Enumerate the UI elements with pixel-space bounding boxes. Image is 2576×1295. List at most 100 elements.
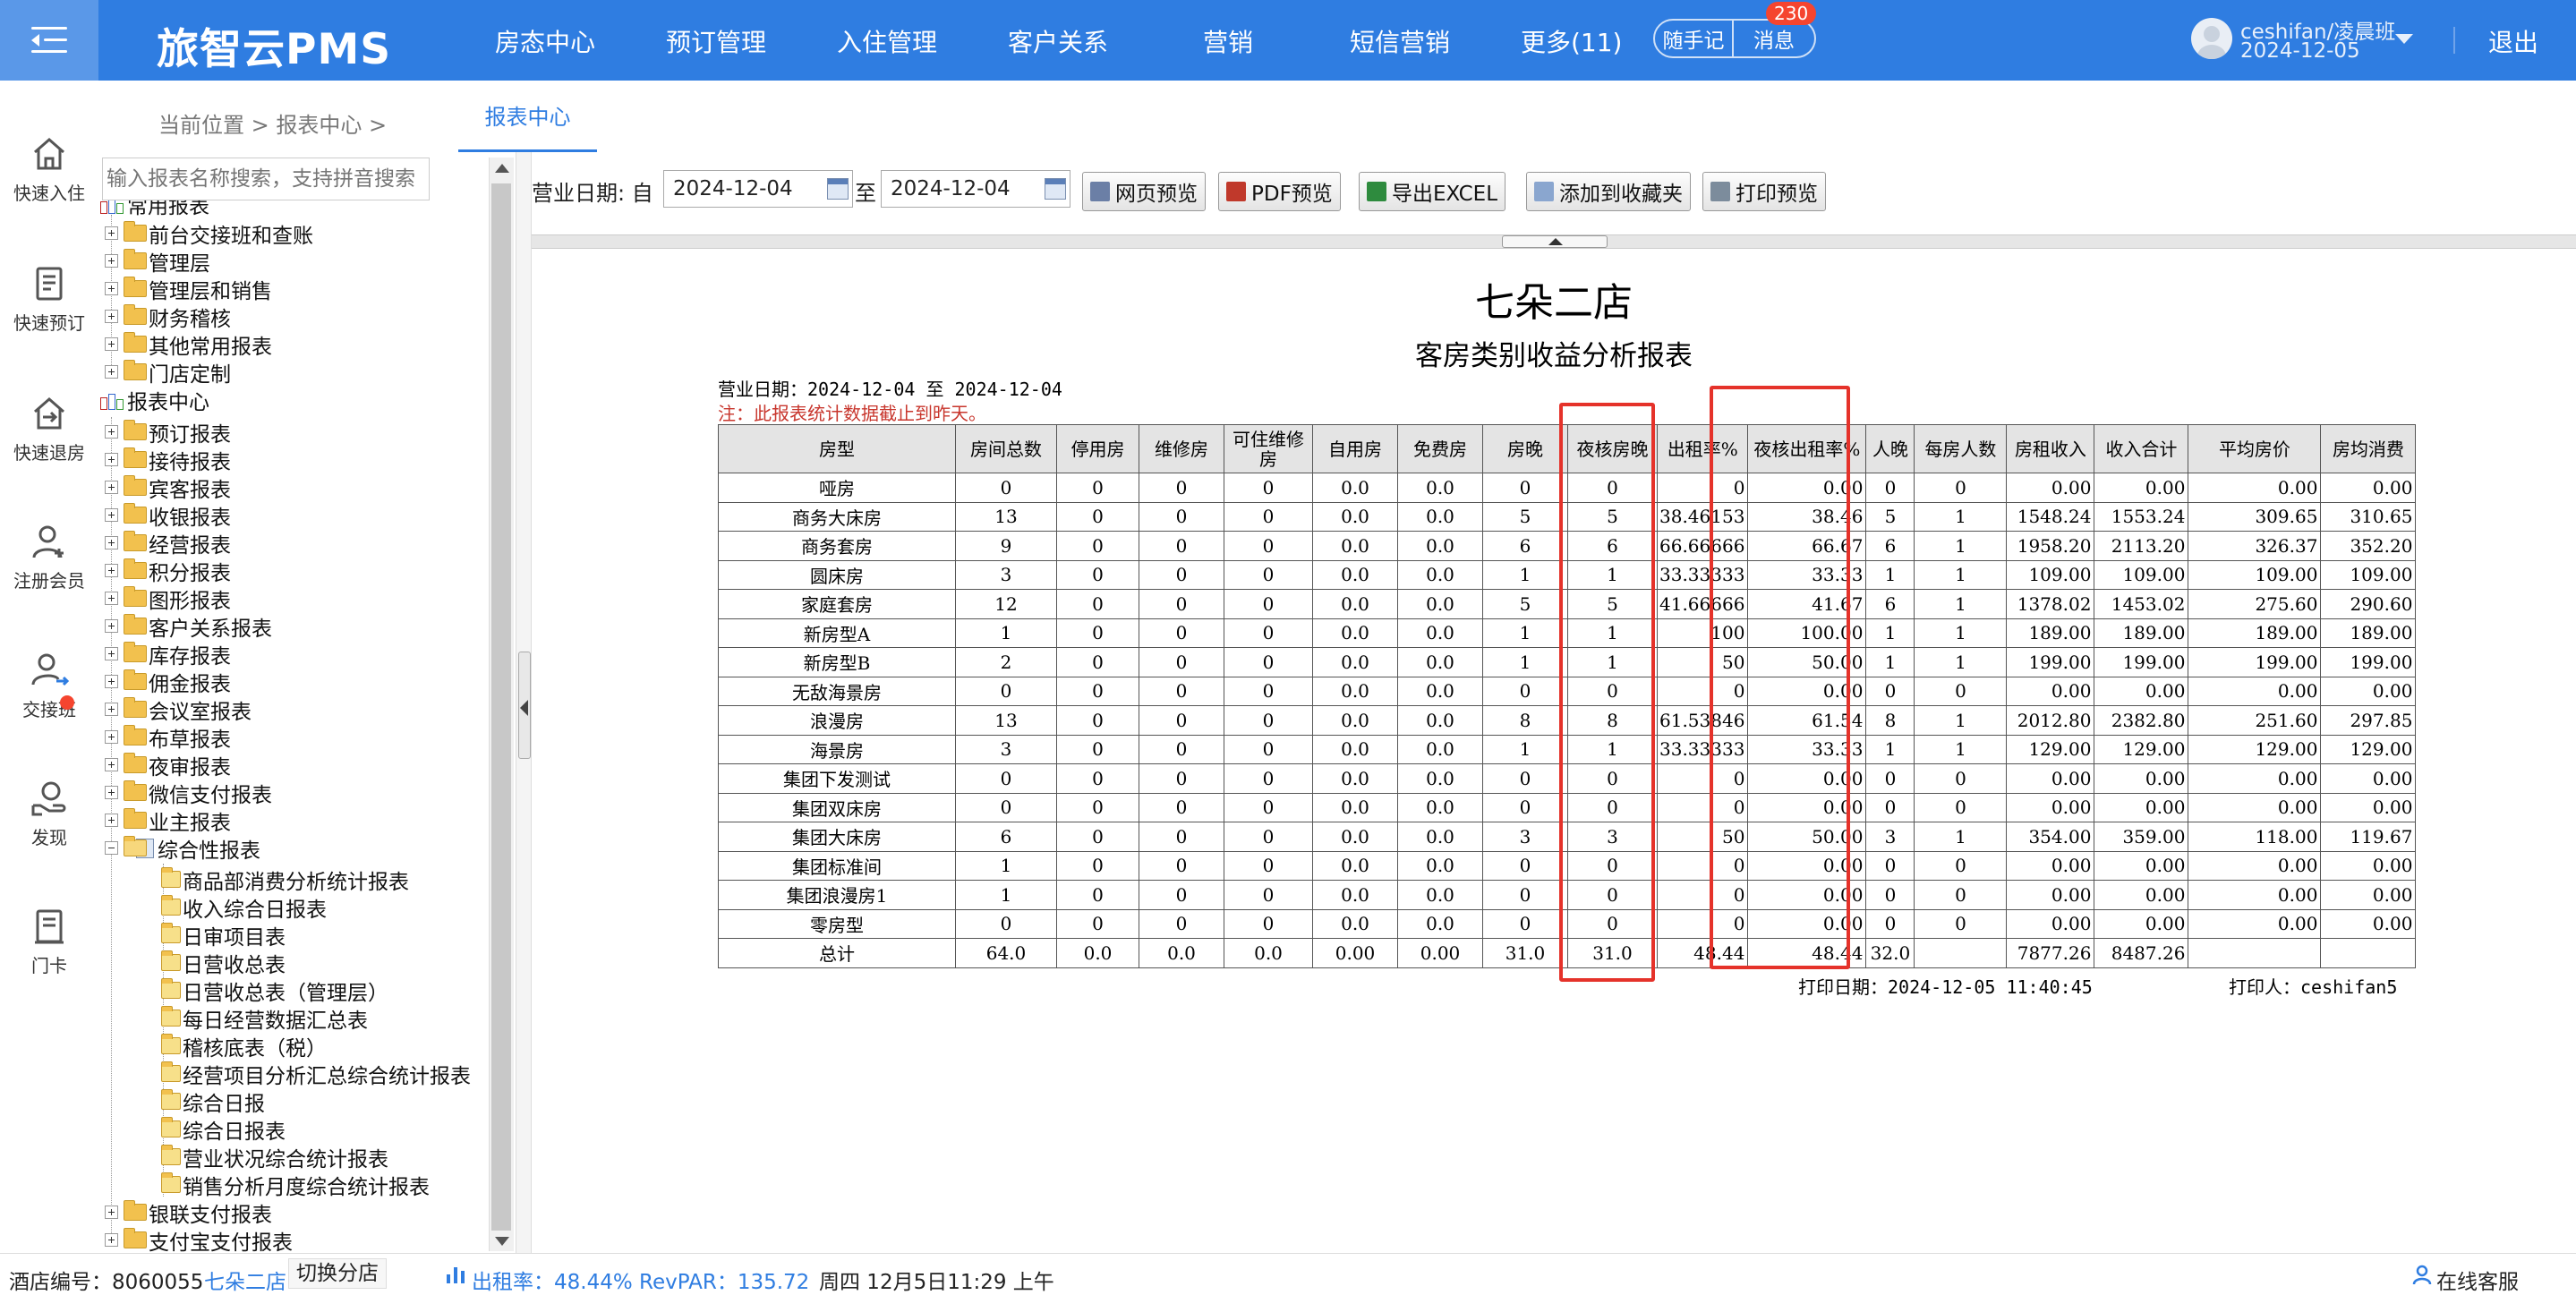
tree-folder[interactable]: 客户关系报表 [105, 612, 272, 641]
tree-folder[interactable]: 图形报表 [105, 584, 231, 613]
collapse-icon[interactable] [105, 841, 118, 855]
add-to-favorites-button[interactable]: 添加到收藏夹 [1526, 172, 1691, 211]
tree-report-item[interactable]: 商品部消费分析统计报表 [161, 865, 409, 894]
tree-folder[interactable]: 银联支付报表 [105, 1198, 272, 1227]
rail-shift-handover[interactable]: 交接班 [0, 651, 98, 721]
logout-button[interactable]: 退出 [2488, 23, 2538, 59]
rail-discover[interactable]: 发现 [0, 779, 98, 849]
nav-more[interactable]: 更多(11) [1521, 23, 1622, 59]
tree-scroll-thumb[interactable] [491, 183, 511, 1231]
tree-folder[interactable]: 佣金报表 [105, 668, 231, 696]
tree-folder[interactable]: 门店定制 [105, 358, 231, 387]
nav-sms-marketing[interactable]: 短信营销 [1350, 23, 1450, 59]
expand-icon[interactable] [105, 226, 118, 240]
tree-report-item[interactable]: 综合日报 [161, 1087, 265, 1116]
nav-checkin[interactable]: 入住管理 [837, 23, 937, 59]
expand-icon[interactable] [105, 564, 118, 577]
expand-icon[interactable] [105, 1206, 118, 1219]
scroll-down-icon[interactable] [495, 1237, 509, 1246]
rail-room-card[interactable]: 门卡 [0, 907, 98, 977]
expand-icon[interactable] [105, 730, 118, 744]
print-preview-button[interactable]: 打印预览 [1702, 172, 1826, 211]
tree-folder[interactable]: 管理层和销售 [105, 275, 272, 303]
tree-folder[interactable]: 支付宝支付报表 [105, 1226, 293, 1255]
nav-customer[interactable]: 客户关系 [1008, 23, 1108, 59]
tree-report-item[interactable]: 营业状况综合统计报表 [161, 1143, 388, 1171]
tree-folder[interactable]: 管理层 [105, 247, 210, 276]
report-search-input[interactable] [102, 158, 430, 200]
tree-report-item[interactable]: 每日经营数据汇总表 [161, 1004, 368, 1033]
switch-branch-button[interactable]: 切换分店 [288, 1258, 387, 1289]
tree-folder[interactable]: 经营报表 [105, 529, 231, 558]
expand-icon[interactable] [105, 814, 118, 827]
tree-folder[interactable]: 财务稽核 [105, 302, 231, 331]
tree-folder[interactable]: 收银报表 [105, 501, 231, 530]
tree-report-item[interactable]: 销售分析月度综合统计报表 [161, 1171, 430, 1199]
date-to-input[interactable]: 2024-12-04 [881, 170, 1070, 208]
nav-room-status[interactable]: 房态中心 [495, 23, 595, 59]
tree-folder[interactable]: 会议室报表 [105, 695, 252, 724]
tree-folder[interactable]: 布草报表 [105, 723, 231, 752]
hotel-name-link[interactable]: 七朵二店 [204, 1265, 286, 1295]
scroll-up-icon[interactable] [495, 164, 509, 173]
quick-note-button[interactable]: 随手记 [1653, 19, 1734, 58]
expand-icon[interactable] [105, 365, 118, 379]
tree-report-item[interactable]: 稽核底表（税） [161, 1032, 327, 1061]
online-service-button[interactable]: 在线客服 [2436, 1265, 2519, 1295]
tree-folder[interactable]: 前台交接班和查账 [105, 219, 313, 248]
rail-quick-checkin[interactable]: 快速入住 [0, 134, 98, 205]
collapse-up-icon[interactable] [1502, 235, 1608, 248]
tab-report-center[interactable]: 报表中心 [458, 81, 597, 152]
tree-folder[interactable]: 预订报表 [105, 418, 231, 447]
expand-icon[interactable] [105, 703, 118, 716]
date-from-input[interactable]: 2024-12-04 [663, 170, 853, 208]
expand-icon[interactable] [105, 508, 118, 522]
menu-toggle-button[interactable] [0, 0, 98, 81]
expand-icon[interactable] [105, 619, 118, 633]
nav-marketing[interactable]: 营销 [1203, 23, 1253, 59]
expand-icon[interactable] [105, 337, 118, 351]
tree-folder[interactable]: 积分报表 [105, 557, 231, 585]
tree-folder[interactable]: 业主报表 [105, 806, 231, 835]
rail-quick-reserve[interactable]: 快速预订 [0, 264, 98, 335]
calendar-icon[interactable] [1045, 178, 1066, 200]
tree-report-item[interactable]: 经营项目分析汇总综合统计报表 [161, 1060, 471, 1088]
export-excel-button[interactable]: 导出EXCEL [1359, 172, 1506, 211]
expand-icon[interactable] [105, 536, 118, 550]
expand-icon[interactable] [105, 425, 118, 439]
expand-icon[interactable] [105, 592, 118, 605]
calendar-icon[interactable] [827, 178, 849, 200]
tree-folder[interactable]: 库存报表 [105, 640, 231, 669]
expand-icon[interactable] [105, 1233, 118, 1247]
tree-report-item[interactable]: 收入综合日报表 [161, 893, 327, 922]
tree-label: 库存报表 [149, 644, 231, 669]
expand-icon[interactable] [105, 453, 118, 466]
collapse-left-icon[interactable] [520, 700, 528, 716]
expand-icon[interactable] [105, 254, 118, 268]
nav-reservation[interactable]: 预订管理 [666, 23, 766, 59]
tree-group-comprehensive[interactable]: 综合性报表 [105, 834, 260, 863]
expand-icon[interactable] [105, 481, 118, 494]
tree-folder[interactable]: 接待报表 [105, 446, 231, 474]
pdf-preview-button[interactable]: PDF预览 [1218, 172, 1341, 211]
expand-icon[interactable] [105, 310, 118, 323]
tree-report-item[interactable]: 日营收总表（管理层） [161, 976, 388, 1005]
expand-icon[interactable] [105, 675, 118, 688]
avatar[interactable] [2191, 18, 2232, 59]
tree-folder[interactable]: 宾客报表 [105, 473, 231, 502]
tree-report-item[interactable]: 日营收总表 [161, 949, 286, 977]
expand-icon[interactable] [105, 647, 118, 660]
web-preview-button[interactable]: 网页预览 [1082, 172, 1206, 211]
tree-report-item[interactable]: 日审项目表 [161, 921, 286, 950]
chevron-down-icon[interactable] [2395, 34, 2413, 44]
rail-quick-checkout[interactable]: 快速退房 [0, 394, 98, 464]
expand-icon[interactable] [105, 758, 118, 771]
tree-folder[interactable]: 其他常用报表 [105, 330, 272, 359]
expand-icon[interactable] [105, 282, 118, 295]
tree-folder[interactable]: 夜审报表 [105, 751, 231, 780]
tree-folder[interactable]: 微信支付报表 [105, 779, 272, 807]
tree-root-reports[interactable]: 报表中心 [98, 386, 209, 414]
rail-register-member[interactable]: 注册会员 [0, 522, 98, 592]
expand-icon[interactable] [105, 786, 118, 799]
tree-report-item[interactable]: 综合日报表 [161, 1115, 286, 1144]
